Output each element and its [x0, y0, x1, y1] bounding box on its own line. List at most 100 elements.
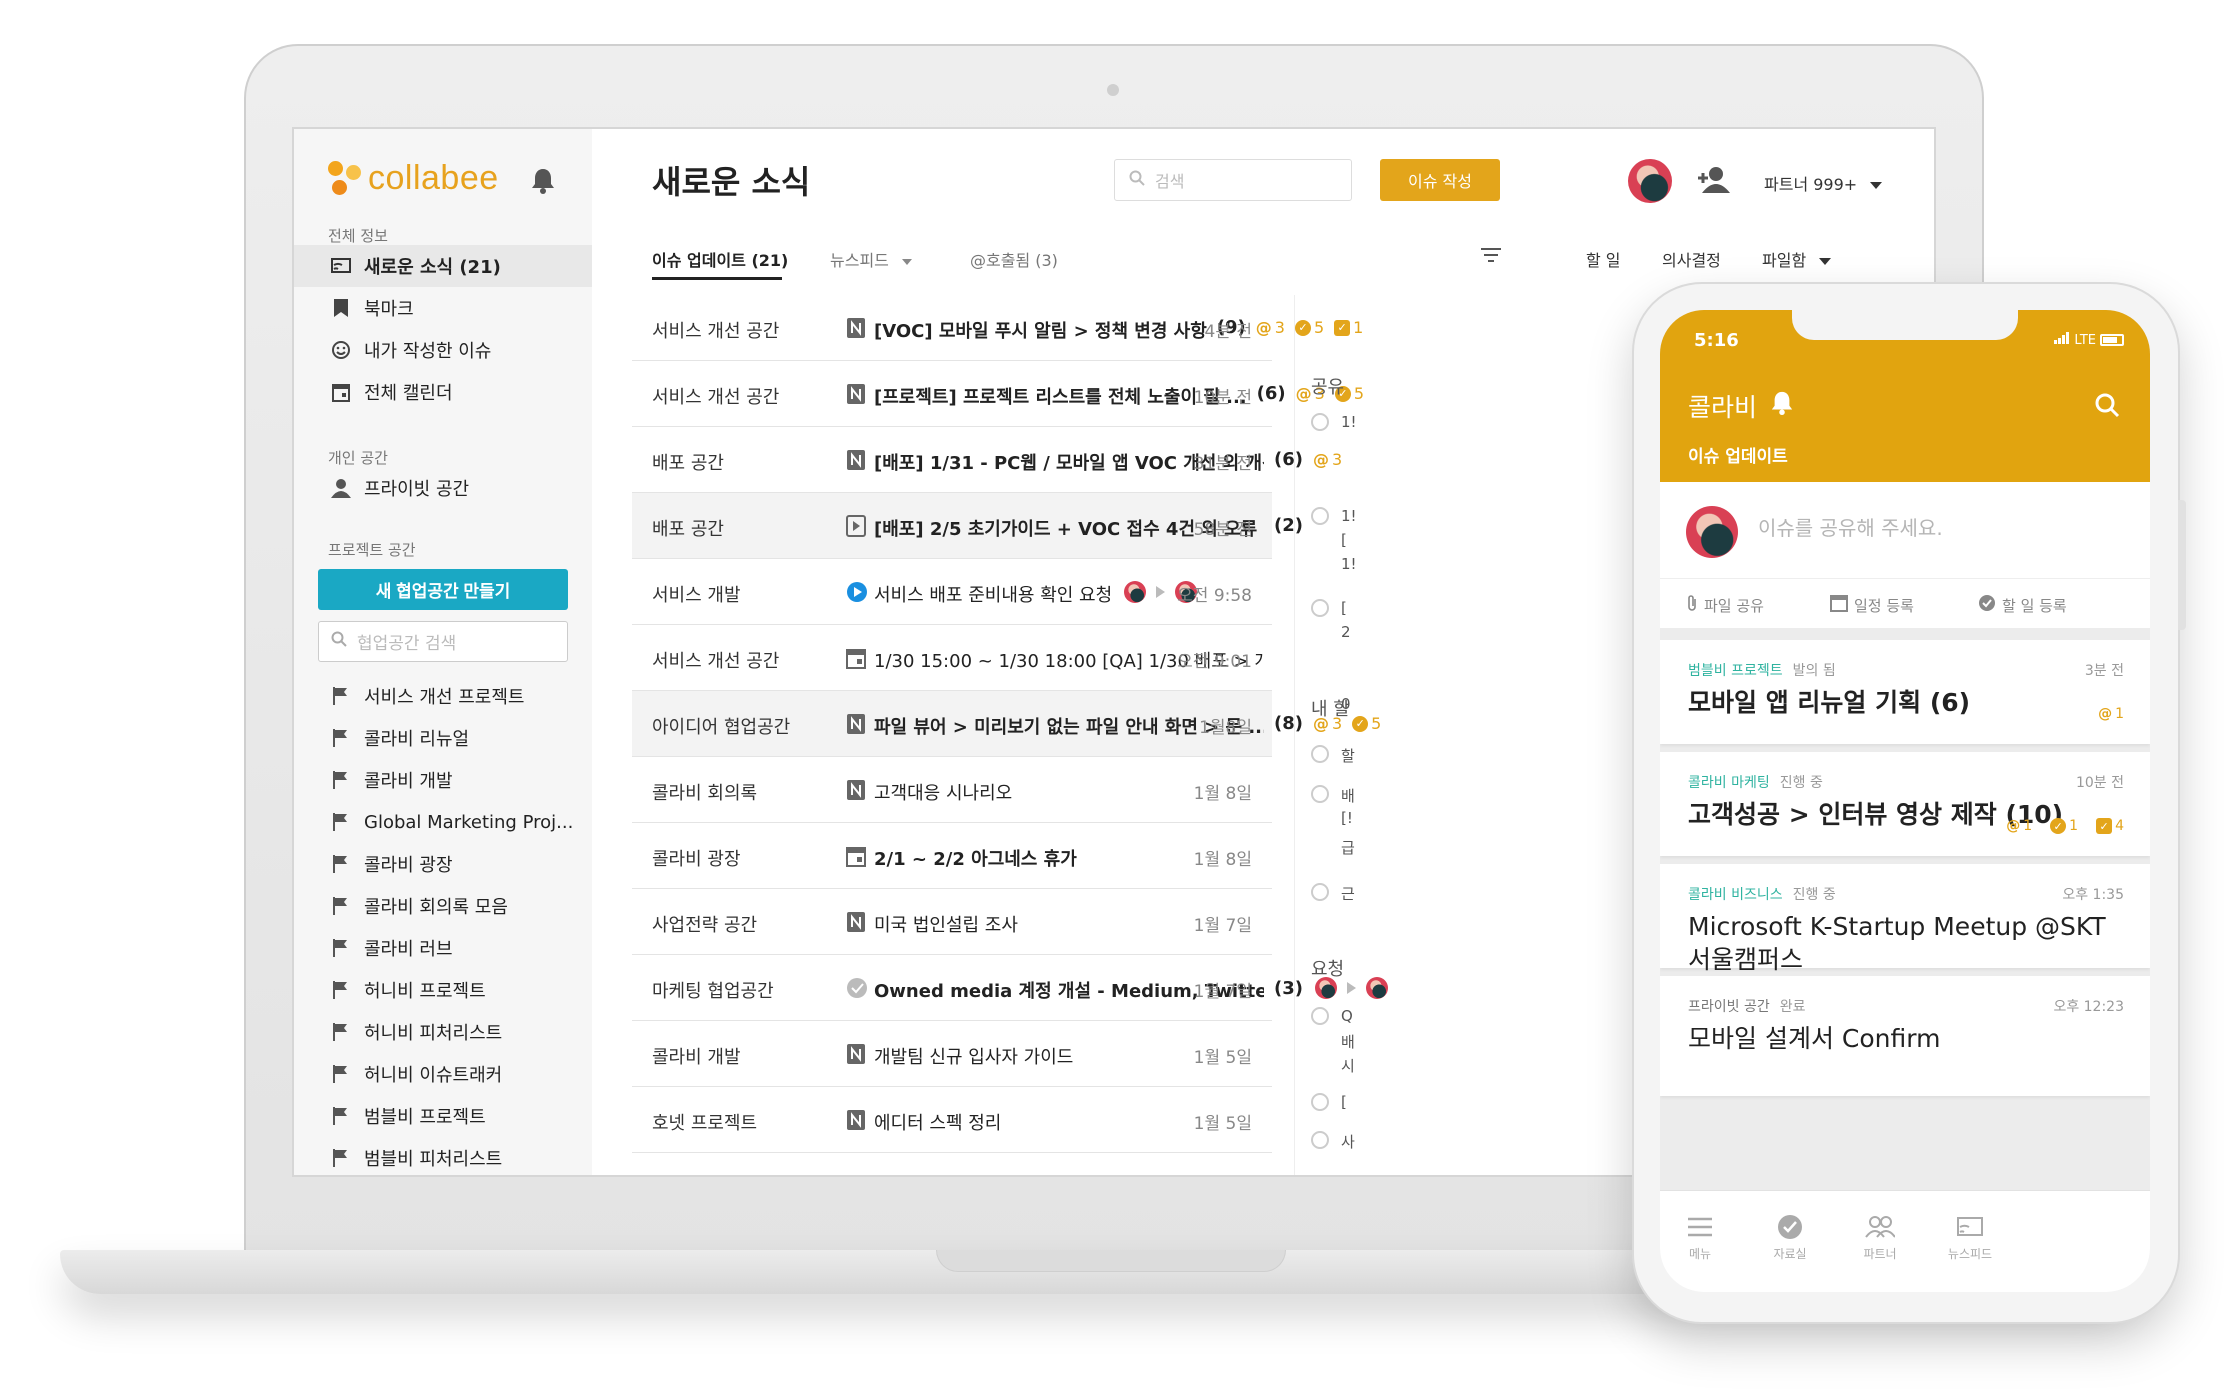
tab-mentions[interactable]: @호출됨 (3)	[970, 247, 1058, 271]
sort-icon[interactable]	[1480, 247, 1502, 267]
laptop-notch	[936, 1250, 1286, 1272]
sidebar-item-project[interactable]: 범블비 프로젝트	[294, 1095, 592, 1137]
brand-name: collabee	[368, 159, 499, 197]
schedule-button[interactable]: 일정 등록	[1830, 594, 1914, 616]
sidebar-item-label: 콜라비 개발	[364, 771, 453, 792]
tabbar-partner[interactable]: 파트너	[1840, 1211, 1920, 1262]
feed-row[interactable]: 배포 공간[배포] 1/31 - PC웹 / 모바일 앱 VOC 개선 외 개선…	[632, 427, 1342, 493]
tabbar-label: 파트너	[1863, 1247, 1897, 1261]
feed-row-time: 오전 9:58	[1177, 586, 1252, 606]
sidebar-item-private[interactable]: 프라이빗 공간	[294, 467, 592, 509]
feed-row-time: 오전 9:01	[1177, 652, 1252, 672]
sidebar-item-calendar[interactable]: 전체 캘린더	[294, 371, 592, 413]
feed-row[interactable]: 서비스 개선 공간 [프로젝트] 프로젝트 리스트를 전체 노출이 필 ... (6…	[632, 361, 1364, 427]
sidebar-item-project[interactable]: 범블비 피처리스트	[294, 1137, 592, 1175]
sidebar-item-project[interactable]: 서비스 개선 프로젝트	[294, 675, 592, 717]
feed-row[interactable]: 서비스 개발 서비스 배포 준비내용 확인 요청 오전 9:58	[632, 559, 1272, 625]
feed-row[interactable]: 아이디어 협업공간 파일 뷰어 > 미리보기 없는 파일 안내 화면 > 문 ..…	[632, 691, 1381, 757]
search-input[interactable]: 검색	[1114, 159, 1352, 201]
mobile-app-screen: 5:16 LTE 콜라비 이슈 업데이트 이슈를 공유해 주세요. 파일 공유 …	[1660, 310, 2150, 1292]
tabbar-archive[interactable]: 자료실	[1750, 1211, 1830, 1262]
sidebar-item-project[interactable]: 콜라비 회의록 모음	[294, 885, 592, 927]
right-panel-snippet: [	[1341, 599, 1347, 617]
sidebar-item-label: 콜라비 회의록 모음	[364, 897, 508, 918]
sidebar-item-project[interactable]: 콜라비 개발	[294, 759, 592, 801]
tabbar-newsfeed[interactable]: 뉴스피드	[1930, 1211, 2010, 1262]
sidebar-item-project[interactable]: 허니비 프로젝트	[294, 969, 592, 1011]
note-icon	[846, 1043, 866, 1065]
feed-row[interactable]: 호넷 프로젝트 에디터 스펙 정리 1월 5일	[632, 1087, 1272, 1153]
feed-row-space: 서비스 개선 공간	[652, 651, 780, 672]
feed-row-space: 호넷 프로젝트	[652, 1113, 758, 1134]
feed-row-space: 배포 공간	[652, 453, 724, 474]
todo-button[interactable]: 할 일 등록	[1978, 594, 2067, 616]
right-panel-snippet: [	[1341, 531, 1347, 549]
active-tab-underline	[652, 277, 782, 280]
feed-row[interactable]: 사업전략 공간 미국 법인설립 조사 1월 7일	[632, 889, 1272, 955]
feed-row[interactable]: 호넷 프로젝트 에디터 진행 상황 보고 1월 5일	[632, 1153, 1272, 1177]
space-search-input[interactable]: 협업공간 검색	[318, 621, 568, 662]
feed-row-time: 31분 전	[1193, 454, 1252, 474]
smile-icon	[330, 339, 352, 361]
sidebar-item-project[interactable]: 허니비 피처리스트	[294, 1011, 592, 1053]
sidebar-item-my-issues[interactable]: 내가 작성한 이슈	[294, 329, 592, 371]
comment-count: (6)	[1256, 383, 1286, 404]
mobile-issue-card[interactable]: 콜라비 마케팅 진행 중 10분 전 고객성공 > 인터뷰 영상 제작 (10) @1 ✓…	[1660, 752, 2150, 856]
mobile-issue-card[interactable]: 프라이빗 공간 완료 오후 12:23 모바일 설계서 Confirm	[1660, 976, 2150, 1096]
chevron-down-icon	[901, 258, 912, 265]
sidebar-item-bookmark[interactable]: 북마크	[294, 287, 592, 329]
add-partner-icon[interactable]	[1696, 165, 1730, 199]
feed-row[interactable]: 서비스 개선 공간 1/30 15:00 ~ 1/30 18:00 [QA] 1/…	[632, 625, 1272, 691]
sidebar-item-project[interactable]: 콜라비 광장	[294, 843, 592, 885]
new-space-button[interactable]: 새 협업공간 만들기	[318, 569, 568, 610]
partner-dropdown[interactable]: 파트너 999+	[1764, 171, 1883, 195]
sidebar-item-project[interactable]: Global Marketing Proj...	[294, 801, 592, 843]
feed-row[interactable]: 마케팅 협업공간 Owned media 계정 개설 - Medium, Twit…	[632, 955, 1388, 1021]
check-circle-icon	[1311, 883, 1329, 901]
mention-badge: @1	[2006, 818, 2033, 834]
mobile-issue-card[interactable]: 콜라비 비즈니스 진행 중 오후 1:35 Microsoft K-Startup M…	[1660, 864, 2150, 974]
bell-icon[interactable]	[1770, 390, 1794, 420]
search-icon[interactable]	[2094, 392, 2120, 422]
flag-icon	[330, 727, 352, 749]
bell-icon[interactable]	[530, 167, 556, 199]
feed-row-time: 1월 5일	[1194, 1175, 1252, 1177]
note-icon	[846, 713, 866, 735]
sidebar-item-label: 프라이빗 공간	[364, 479, 470, 500]
sidebar-item-project[interactable]: 콜라비 러브	[294, 927, 592, 969]
write-issue-button[interactable]: 이슈 작성	[1380, 159, 1500, 201]
calendar-icon	[846, 845, 866, 867]
feed-row[interactable]: 콜라비 개발 개발팀 신규 입사자 가이드 1월 5일	[632, 1021, 1272, 1087]
feed-row[interactable]: 콜라비 광장 2/1 ~ 2/2 아그네스 휴가 1월 8일	[632, 823, 1272, 889]
tab-todo[interactable]: 할 일	[1586, 247, 1621, 271]
people-icon	[1840, 1211, 1920, 1243]
bookmark-icon	[330, 297, 352, 319]
file-share-button[interactable]: 파일 공유	[1686, 594, 1764, 616]
sidebar-item-project[interactable]: 허니비 이슈트래커	[294, 1053, 592, 1095]
feed-row-space: 호넷 프로젝트	[652, 1175, 757, 1177]
signal-icon	[2054, 332, 2070, 348]
feed-row-time: 1월8일	[1199, 718, 1252, 738]
tab-decision[interactable]: 의사결정	[1662, 247, 1721, 271]
feed-row-title: 에디터 스펙 정리	[874, 1113, 1002, 1134]
tab-newsfeed[interactable]: 뉴스피드	[830, 247, 912, 271]
check-circle-icon	[846, 977, 867, 999]
feed-row[interactable]: 서비스 개선 공간 [VOC] 모바일 푸시 알림 > 정책 변경 사항 (9) @3…	[632, 295, 1363, 361]
mobile-issue-card[interactable]: 범블비 프로젝트 발의 됨 3분 전 모바일 앱 리뉴얼 기획 (6) @1	[1660, 640, 2150, 744]
feed-row-time: 1월 7일	[1193, 982, 1252, 1002]
mention-badge: @3	[1255, 318, 1285, 337]
phone-notch	[1792, 310, 2018, 340]
sidebar-item-project[interactable]: 콜라비 리뉴얼	[294, 717, 592, 759]
compose-input[interactable]: 이슈를 공유해 주세요.	[1758, 512, 1943, 541]
flag-icon	[330, 1105, 352, 1127]
logo[interactable]: collabee	[328, 159, 499, 198]
tab-files[interactable]: 파일함	[1762, 247, 1832, 271]
sidebar-item-label: 허니비 피처리스트	[364, 1023, 503, 1044]
tab-issue-update[interactable]: 이슈 업데이트 (21)	[652, 247, 788, 271]
avatar[interactable]	[1628, 159, 1672, 203]
tabbar-menu[interactable]: 메뉴	[1660, 1211, 1740, 1262]
action-label: 할 일 등록	[2002, 596, 2067, 615]
feed-row[interactable]: 배포 공간[배포] 2/5 초기가이드 + VOC 접수 4건 외 오류 내용 …	[632, 493, 1303, 559]
sidebar-item-news[interactable]: 새로운 소식 (21)	[294, 245, 592, 287]
feed-row[interactable]: 콜라비 회의록 고객대응 시나리오 1월 8일	[632, 757, 1272, 823]
